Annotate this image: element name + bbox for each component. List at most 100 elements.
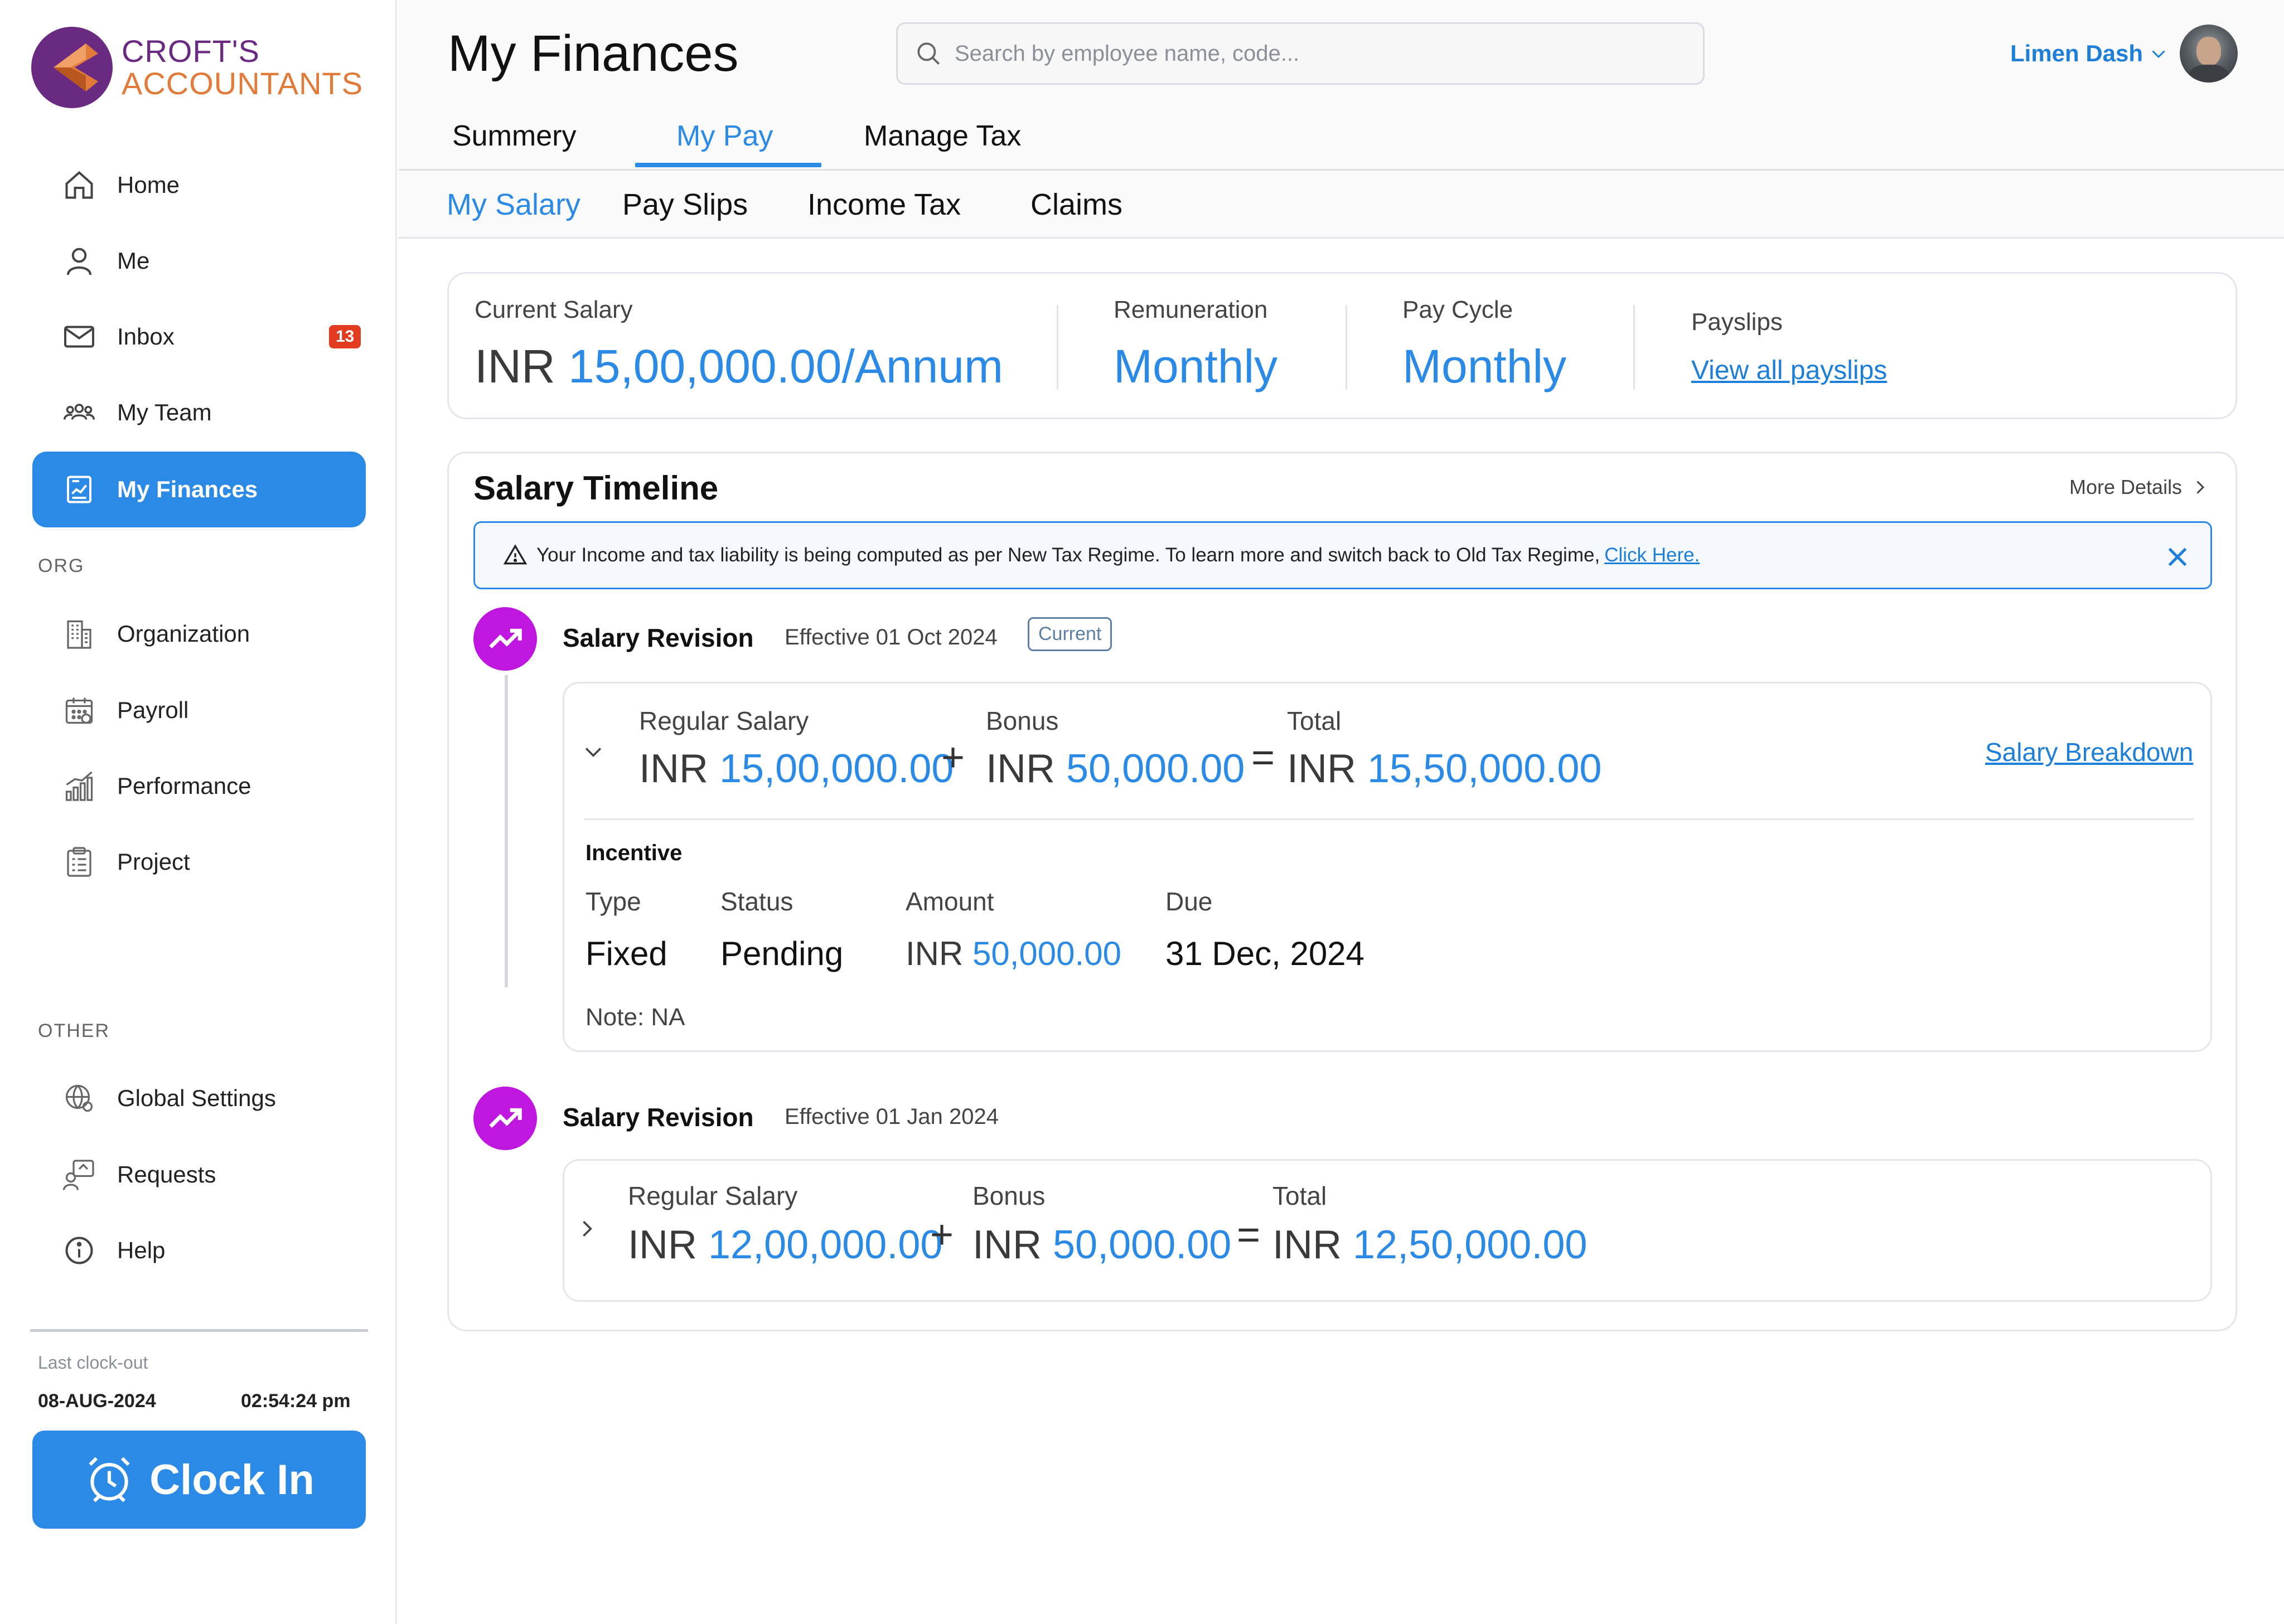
sidebar-item-requests[interactable]: Requests (32, 1137, 366, 1213)
close-icon[interactable] (2164, 543, 2191, 571)
avatar[interactable] (2180, 25, 2238, 83)
user-menu[interactable]: Limen Dash (2010, 25, 2238, 83)
regular-salary-amount: 12,00,000.00 (708, 1223, 943, 1267)
incentive-amount-label: Amount (906, 887, 994, 916)
subtab-income-tax[interactable]: Income Tax (807, 187, 961, 222)
sidebar-item-project[interactable]: Project (32, 824, 366, 900)
sidebar-divider (30, 1329, 368, 1332)
sidebar-item-label: Global Settings (117, 1085, 276, 1111)
bonus-label: Bonus (986, 706, 1059, 735)
inbox-count-badge: 13 (329, 325, 361, 348)
click-here-link[interactable]: Click Here. (1604, 544, 1700, 566)
view-all-payslips-link[interactable]: View all payslips (1691, 355, 1887, 386)
more-details-link[interactable]: More Details (2069, 476, 2210, 499)
globe-gear-icon (61, 1080, 97, 1116)
main-tabs: Summery My Pay Manage Tax (399, 112, 2284, 171)
last-clock-out-label: Last clock-out (38, 1352, 148, 1373)
sub-tabs: My Salary Pay Slips Income Tax Claims (399, 171, 2284, 239)
user-name: Limen Dash (2010, 40, 2143, 66)
tab-manage-tax[interactable]: Manage Tax (864, 119, 1021, 153)
incentive-status-label: Status (720, 887, 793, 916)
bonus-amount: 50,000.00 (1053, 1223, 1232, 1267)
search-icon (917, 42, 940, 65)
subtab-my-salary[interactable]: My Salary (447, 187, 580, 222)
sidebar-item-payroll[interactable]: Payroll (32, 672, 366, 748)
tab-my-pay[interactable]: My Pay (676, 119, 773, 153)
bonus-value: INR 50,000.00 (986, 746, 1245, 792)
incentive-type-value: Fixed (585, 935, 667, 972)
sidebar-item-label: Requests (117, 1161, 216, 1187)
incentive-title: Incentive (585, 841, 683, 865)
warning-icon (503, 544, 528, 565)
alarm-clock-icon (89, 1457, 130, 1502)
sidebar-item-global-settings[interactable]: Global Settings (32, 1060, 366, 1136)
sidebar-item-inbox[interactable]: Inbox 13 (32, 299, 366, 375)
sidebar-item-my-finances[interactable]: My Finances (32, 452, 366, 527)
sidebar-item-label: My Finances (117, 476, 258, 502)
summary-divider (1346, 305, 1347, 390)
last-clock-out-time: 02:54:24 pm (241, 1390, 351, 1412)
salary-timeline-title: Salary Timeline (473, 469, 719, 507)
current-salary-amount: 15,00,000.00/Annum (568, 340, 1003, 392)
sidebar-item-help[interactable]: Help (32, 1213, 366, 1288)
company-logo[interactable]: CROFT'S ACCOUNTANTS (31, 27, 363, 108)
payslips-label: Payslips (1691, 308, 1783, 336)
revision-effective-date: Effective 01 Oct 2024 (785, 625, 998, 649)
sidebar-item-organization[interactable]: Organization (32, 596, 366, 672)
sidebar-item-label: Project (117, 849, 190, 875)
bonus-label: Bonus (972, 1181, 1046, 1210)
banner-text: Your Income and tax liability is being c… (536, 544, 1600, 566)
sidebar-item-me[interactable]: Me (32, 223, 366, 299)
chevron-right-icon[interactable] (574, 1216, 599, 1241)
sidebar-item-label: Me (117, 248, 150, 274)
clock-in-label: Clock In (149, 1456, 314, 1504)
home-icon (61, 167, 97, 203)
tab-summery[interactable]: Summery (452, 119, 576, 153)
salary-summary-card: Current Salary INR 15,00,000.00/Annum Re… (447, 272, 2237, 419)
currency-code: INR (906, 935, 964, 972)
clock-in-button[interactable]: Clock In (32, 1431, 366, 1529)
regular-salary-label: Regular Salary (628, 1181, 798, 1210)
pay-cycle-value: Monthly (1402, 340, 1567, 392)
sidebar-item-performance[interactable]: Performance (32, 748, 366, 824)
total-label: Total (1272, 1181, 1327, 1210)
clipboard-icon (61, 844, 97, 880)
search-input[interactable] (955, 41, 1680, 66)
chevron-down-icon[interactable] (581, 739, 606, 764)
sidebar-item-label: Home (117, 172, 180, 198)
user-icon (61, 243, 97, 279)
revision-title: Salary Revision (563, 1103, 754, 1132)
revision-effective-date: Effective 01 Jan 2024 (785, 1104, 999, 1129)
calendar-icon (61, 692, 97, 728)
request-icon (61, 1157, 97, 1192)
currency-code: INR (1287, 746, 1356, 791)
summary-divider (1633, 305, 1635, 390)
active-tab-indicator (635, 163, 821, 167)
incentive-due-value: 31 Dec, 2024 (1165, 935, 1364, 972)
current-salary-label: Current Salary (475, 296, 633, 323)
incentive-due-label: Due (1165, 887, 1213, 916)
more-details-label: More Details (2069, 476, 2183, 498)
currency-code: INR (986, 746, 1055, 791)
salary-breakdown-link[interactable]: Salary Breakdown (1985, 737, 2193, 767)
chevron-right-icon (2196, 481, 2205, 494)
top-header: My Finances Limen Dash Summery My Pay Ma… (399, 0, 2284, 171)
sidebar: CROFT'S ACCOUNTANTS Home Me Inbox 13 My … (0, 0, 397, 1624)
tax-regime-banner: Your Income and tax liability is being c… (473, 521, 2212, 589)
subtab-pay-slips[interactable]: Pay Slips (622, 187, 748, 222)
incentive-status-value: Pending (720, 935, 844, 972)
section-divider (584, 818, 2194, 820)
sidebar-item-my-team[interactable]: My Team (32, 375, 366, 450)
bonus-amount: 50,000.00 (1066, 746, 1245, 791)
revision-detail-card: Regular Salary INR 15,00,000.00 + Bonus … (563, 682, 2212, 1052)
finance-icon (61, 472, 97, 507)
subtab-claims[interactable]: Claims (1030, 187, 1122, 222)
search-box[interactable] (896, 22, 1705, 85)
incentive-note: Note: NA (585, 1004, 685, 1031)
revision-detail-card: Regular Salary INR 12,00,000.00 + Bonus … (563, 1159, 2212, 1302)
sidebar-item-home[interactable]: Home (32, 147, 366, 223)
currency-code: INR (1272, 1223, 1342, 1267)
timeline-connector (505, 675, 508, 987)
currency-code: INR (972, 1223, 1042, 1267)
plus-operator: + (930, 1213, 954, 1257)
